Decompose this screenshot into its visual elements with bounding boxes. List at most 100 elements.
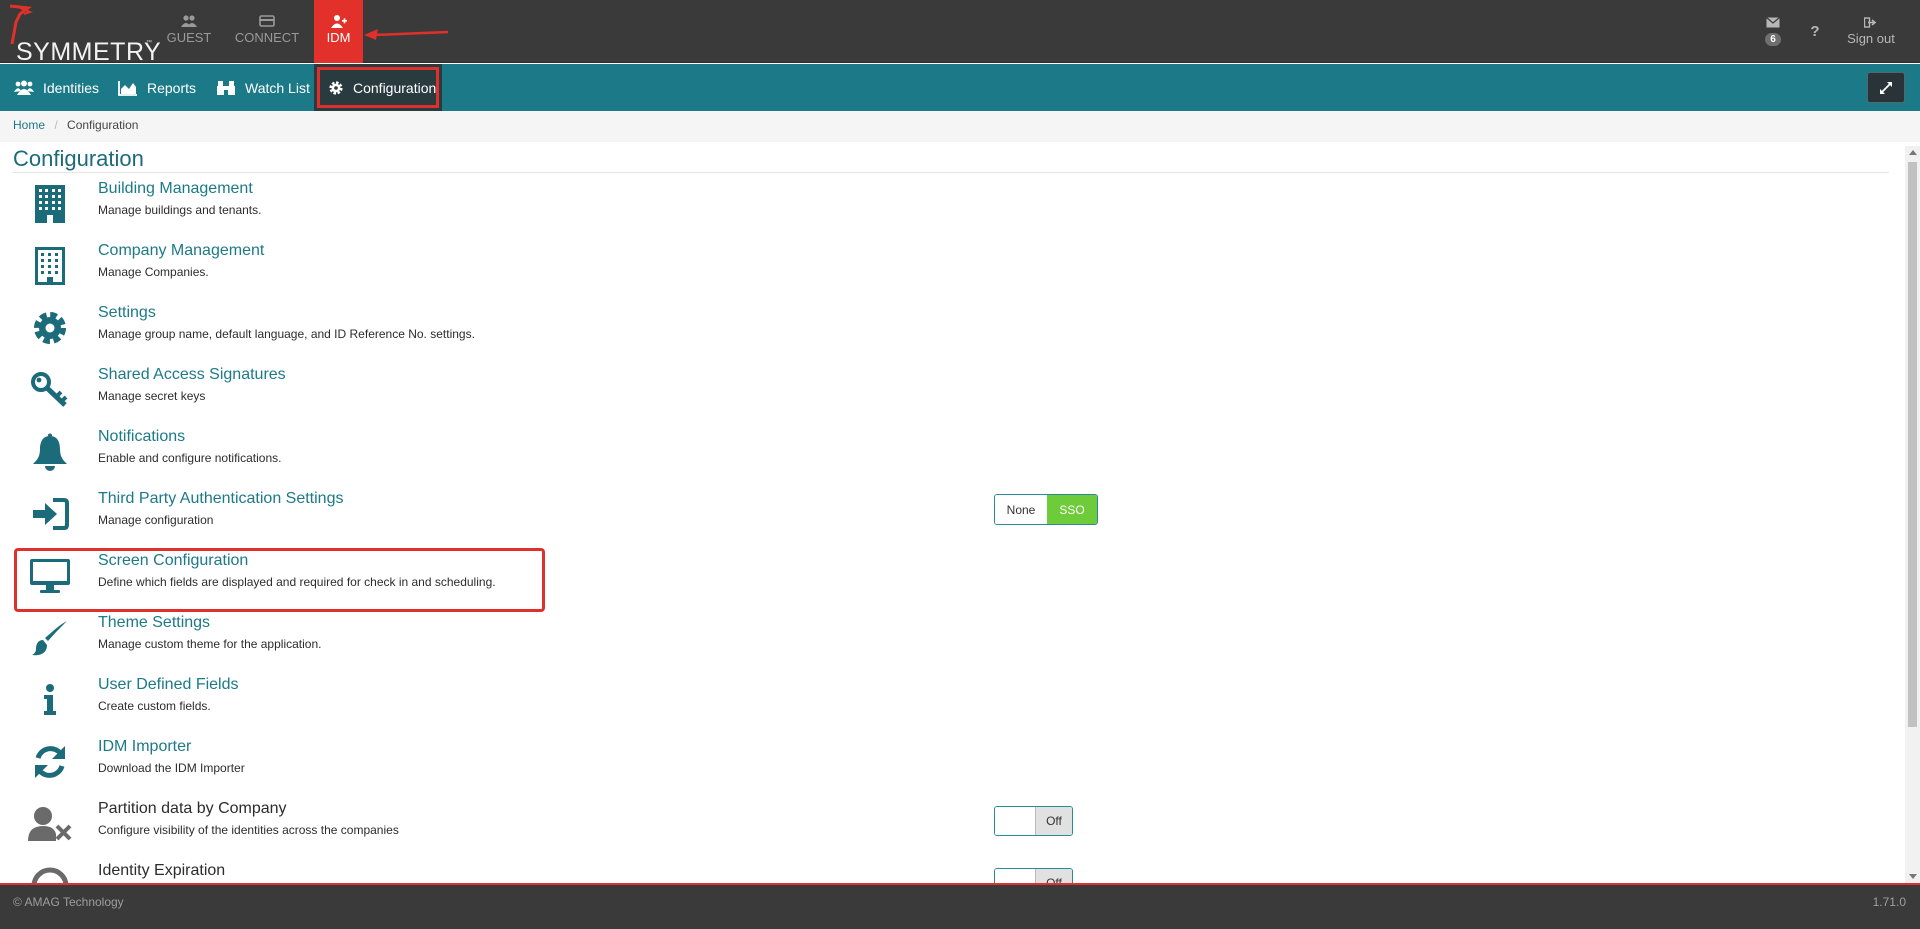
toggle-state-label: Off [1035, 869, 1072, 883]
scroll-up-icon[interactable] [1909, 150, 1917, 155]
subnav-reports-label: Reports [147, 79, 197, 96]
topnav-connect-label: CONNECT [234, 30, 300, 45]
subnav-configuration[interactable]: Configuration [314, 64, 442, 111]
config-item-building-management[interactable]: Building Management Manage buildings and… [0, 176, 1100, 238]
building-outline-icon [28, 244, 72, 288]
scroll-down-icon[interactable] [1909, 874, 1917, 879]
config-item-user-defined-fields[interactable]: User Defined Fields Create custom fields… [0, 672, 1100, 734]
config-item-title[interactable]: IDM Importer [98, 738, 191, 756]
config-item-identity-expiration: Identity Expiration [0, 858, 1100, 883]
footer: © AMAG Technology 1.71.0 [0, 883, 1920, 929]
config-item-title[interactable]: Company Management [98, 242, 264, 260]
sign-out-label: Sign out [1847, 31, 1895, 46]
top-bar: SYMMETRY ™ GUEST CONNECT IDM 6 ? Sign ou… [0, 0, 1920, 66]
envelope-icon [1766, 17, 1780, 28]
topnav-idm-label: IDM [326, 30, 351, 45]
logo-trademark: ™ [146, 40, 152, 46]
user-times-icon [28, 802, 72, 846]
sub-nav: Identities Reports Watch List Configurat… [0, 64, 1920, 111]
config-item-idm-importer[interactable]: IDM Importer Download the IDM Importer [0, 734, 1100, 796]
subnav-identities-label: Identities [43, 79, 100, 96]
topnav-guest[interactable]: GUEST [164, 0, 214, 63]
config-item-notifications[interactable]: Notifications Enable and configure notif… [0, 424, 1100, 486]
config-item-settings[interactable]: Settings Manage group name, default lang… [0, 300, 1100, 362]
messages-count-badge: 6 [1765, 33, 1781, 46]
help-button[interactable]: ? [1800, 0, 1830, 63]
expand-icon [1880, 81, 1892, 94]
title-divider [13, 172, 1889, 173]
config-item-description: Manage Companies. [98, 265, 209, 279]
config-item-description: Download the IDM Importer [98, 761, 245, 775]
binoculars-icon [217, 80, 235, 95]
symmetry-logo[interactable]: SYMMETRY ™ [4, 4, 161, 66]
user-add-icon [330, 15, 347, 28]
partition-data-toggle[interactable]: Off [994, 806, 1073, 836]
auth-mode-sso-option[interactable]: SSO [1047, 495, 1097, 524]
config-item-description: Configure visibility of the identities a… [98, 823, 399, 837]
card-icon [259, 15, 275, 27]
clock-icon [28, 864, 72, 883]
toggle-knob [995, 807, 1035, 835]
configuration-list: Building Management Manage buildings and… [0, 176, 1905, 883]
config-item-title[interactable]: Notifications [98, 428, 185, 446]
gear-icon [28, 306, 72, 350]
subnav-watch-list[interactable]: Watch List [216, 64, 310, 111]
auth-mode-toggle[interactable]: None SSO [994, 494, 1098, 525]
footer-version: 1.71.0 [1872, 895, 1906, 909]
config-item-title[interactable]: Theme Settings [98, 614, 210, 632]
config-item-title: Identity Expiration [98, 862, 226, 879]
fullscreen-button[interactable] [1867, 72, 1905, 103]
gear-icon [329, 80, 343, 95]
config-item-partition-data: Partition data by Company Configure visi… [0, 796, 1100, 858]
config-item-theme-settings[interactable]: Theme Settings Manage custom theme for t… [0, 610, 1100, 672]
config-item-title[interactable]: Shared Access Signatures [98, 366, 286, 384]
config-item-title[interactable]: Building Management [98, 180, 253, 198]
users-icon [14, 80, 34, 95]
config-item-title[interactable]: Settings [98, 304, 156, 322]
sign-out-icon [1864, 17, 1877, 28]
key-icon [28, 368, 72, 412]
config-item-description: Manage group name, default language, and… [98, 327, 475, 341]
config-item-description: Manage custom theme for the application. [98, 637, 322, 651]
subnav-reports[interactable]: Reports [118, 64, 196, 111]
auth-mode-none-option[interactable]: None [995, 495, 1047, 524]
page-title: Configuration [13, 146, 144, 171]
topnav-connect[interactable]: CONNECT [234, 0, 300, 63]
subnav-identities[interactable]: Identities [14, 64, 99, 111]
identity-expiration-toggle[interactable]: Off [994, 868, 1073, 883]
topnav-guest-label: GUEST [166, 30, 212, 45]
users-icon [181, 15, 197, 27]
subnav-configuration-label: Configuration [353, 79, 437, 96]
config-item-title: Partition data by Company [98, 800, 287, 817]
scroll-thumb[interactable] [1908, 162, 1917, 727]
bell-icon [28, 430, 72, 474]
breadcrumb-current: Configuration [67, 118, 139, 132]
config-item-third-party-auth[interactable]: Third Party Authentication Settings Mana… [0, 486, 1100, 548]
vertical-scrollbar[interactable] [1905, 146, 1920, 883]
footer-copyright: © AMAG Technology [13, 895, 124, 909]
area-chart-icon [118, 80, 137, 96]
toggle-knob [995, 869, 1035, 883]
subnav-watch-list-label: Watch List [245, 79, 310, 96]
messages-button[interactable]: 6 [1756, 0, 1790, 63]
breadcrumb-separator: / [54, 118, 58, 132]
info-icon [28, 678, 72, 722]
refresh-icon [28, 740, 72, 784]
topnav-idm[interactable]: IDM [314, 0, 363, 63]
config-item-description: Create custom fields. [98, 699, 211, 713]
config-item-title[interactable]: User Defined Fields [98, 676, 239, 694]
breadcrumb-home-link[interactable]: Home [13, 118, 45, 132]
config-item-shared-access-signatures[interactable]: Shared Access Signatures Manage secret k… [0, 362, 1100, 424]
toggle-state-label: Off [1035, 807, 1072, 835]
config-item-description: Manage secret keys [98, 389, 206, 403]
config-item-description: Enable and configure notifications. [98, 451, 282, 465]
sign-in-icon [28, 492, 72, 536]
annotation-arrow-icon [364, 29, 448, 40]
paintbrush-icon [28, 616, 72, 660]
breadcrumb: Home / Configuration [0, 111, 1920, 142]
sign-out-button[interactable]: Sign out [1838, 0, 1904, 63]
config-item-company-management[interactable]: Company Management Manage Companies. [0, 238, 1100, 300]
highlight-box [14, 548, 545, 612]
config-item-title[interactable]: Third Party Authentication Settings [98, 490, 343, 508]
help-icon: ? [1810, 23, 1820, 40]
